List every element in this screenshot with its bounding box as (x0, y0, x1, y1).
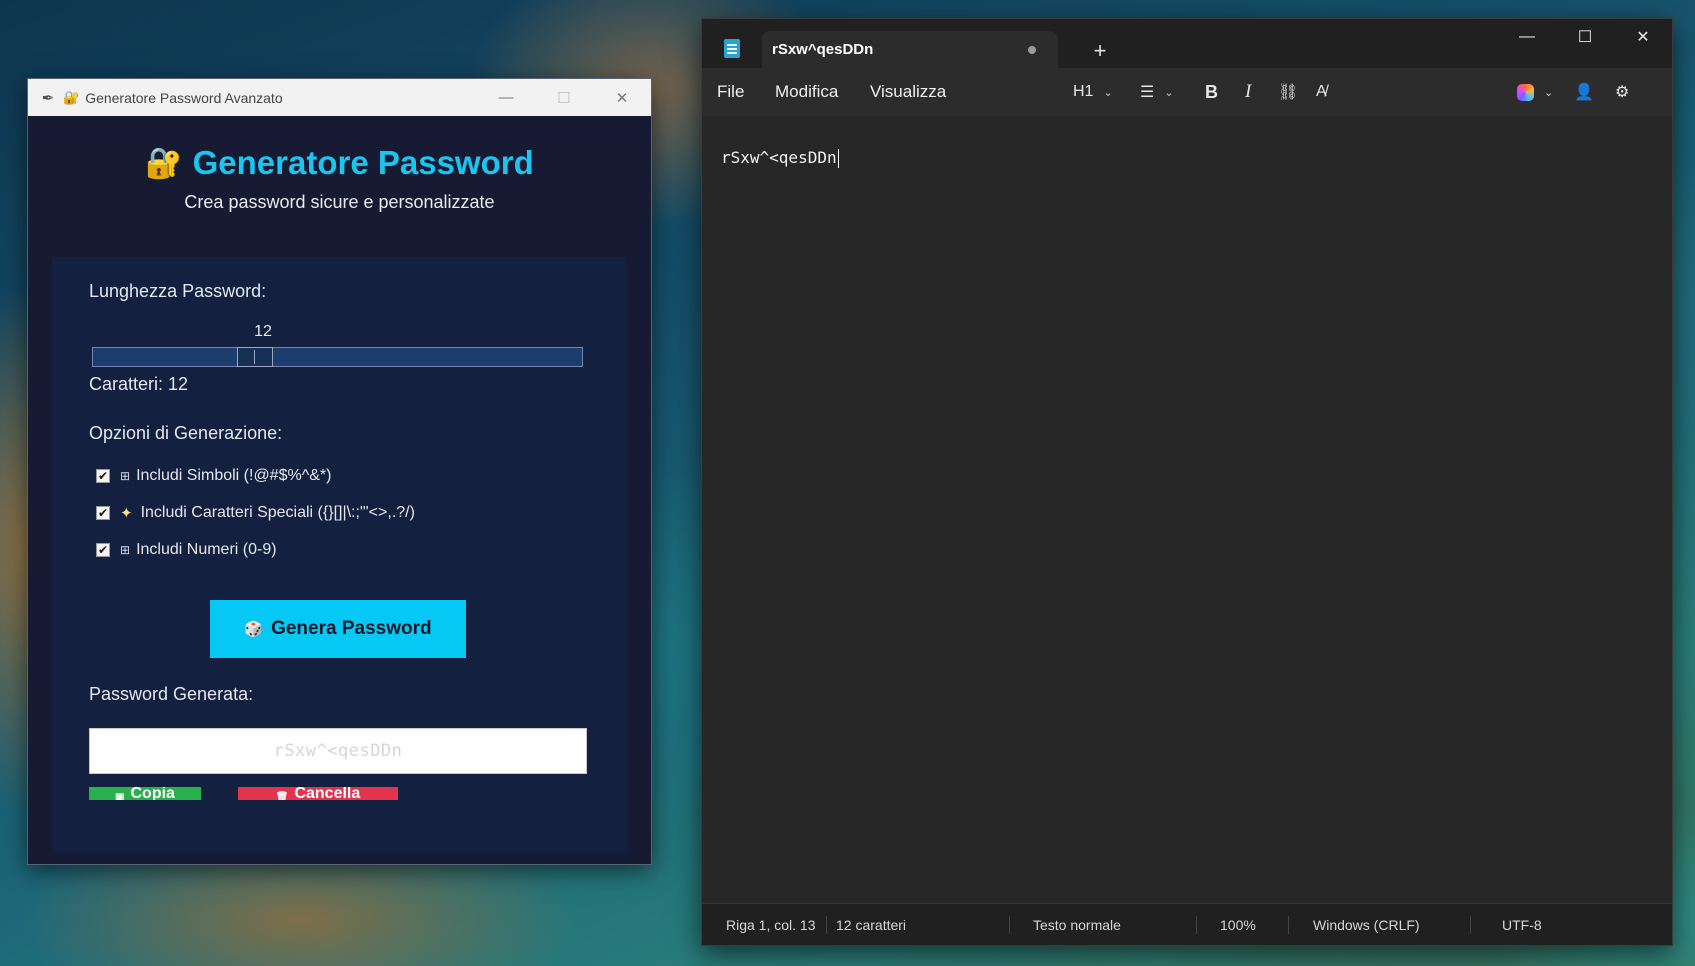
close-button[interactable]: ✕ (1614, 19, 1672, 55)
clear-button-label: Cancella (294, 787, 361, 800)
clipboard-icon: ▣ (115, 792, 125, 800)
maximize-button[interactable]: ☐ (1556, 19, 1614, 55)
notepad-window: rSxw^qesDDn + — ☐ ✕ File Modifica Visual… (701, 18, 1673, 946)
feather-icon: ✒ (41, 89, 55, 107)
length-slider[interactable] (92, 347, 583, 367)
title-bar[interactable]: ✒ 🔐 Generatore Password Avanzato — ☐ ✕ (28, 79, 651, 116)
length-value: 12 (254, 323, 272, 340)
numbers-checkbox[interactable]: ✔ (96, 543, 110, 557)
trash-icon: 🗑 (275, 792, 289, 800)
heading-label: H1 (1073, 83, 1094, 100)
page-title: 🔐 Generatore Password (145, 144, 534, 182)
option-special-characters[interactable]: ✔ ✦ Includi Caratteri Speciali ({}[]|\:;… (96, 504, 415, 522)
unsaved-indicator (1028, 46, 1036, 54)
copy-button-label: Copia (130, 787, 175, 800)
lock-icon: 🔐 (145, 146, 183, 180)
close-button[interactable]: ✕ (593, 79, 651, 116)
generate-password-button[interactable]: 🎲 Genera Password (210, 600, 466, 658)
length-label: Lunghezza Password: (89, 281, 267, 301)
options-label: Opzioni di Generazione: (89, 423, 283, 443)
option-label: Includi Numeri (0-9) (136, 541, 277, 558)
bold-button[interactable]: B (1205, 68, 1218, 116)
minimize-button[interactable]: — (1498, 19, 1556, 55)
symbols-checkbox[interactable]: ✔ (96, 469, 110, 483)
numbers-icon: ⊞ (120, 543, 131, 557)
symbols-icon: ⊞ (120, 469, 131, 483)
notepad-icon (724, 39, 740, 58)
special-characters-checkbox[interactable]: ✔ (96, 506, 110, 520)
gear-icon[interactable]: ⚙ (1615, 68, 1629, 116)
settings-panel: Lunghezza Password: 12 Caratteri: 12 Opz… (52, 257, 627, 853)
toolbar: File Modifica Visualizza H1 ⌄ ☰ ⌄ B I ⛓ … (702, 68, 1672, 116)
italic-button[interactable]: I (1245, 68, 1251, 116)
menu-edit[interactable]: Modifica (775, 68, 838, 116)
status-char-count: 12 caratteri (836, 917, 907, 933)
tab-document[interactable]: rSxw^qesDDn (762, 31, 1058, 68)
dice-icon: 🎲 (244, 621, 264, 638)
chevron-down-icon: ⌄ (1164, 86, 1174, 99)
text-caret (837, 149, 839, 168)
editor-text: rSxw^<qesDDn (721, 148, 837, 167)
clear-formatting-icon[interactable]: A̸ (1316, 68, 1327, 116)
chevron-down-icon: ⌄ (1103, 86, 1113, 99)
list-icon: ☰ (1140, 84, 1155, 101)
status-line-ending: Windows (CRLF) (1313, 917, 1420, 933)
account-icon[interactable]: 👤 (1574, 68, 1594, 116)
window-title: Generatore Password Avanzato (85, 89, 283, 106)
generate-button-label: Genera Password (271, 618, 432, 639)
page-title-text: Generatore Password (192, 144, 534, 181)
maximize-button[interactable]: ☐ (535, 79, 593, 116)
generated-password-label: Password Generata: (89, 684, 254, 704)
menu-view[interactable]: Visualizza (870, 68, 946, 116)
editor-content[interactable]: rSxw^<qesDDn (721, 148, 839, 168)
option-label: Includi Simboli (!@#$%^&*) (136, 467, 332, 484)
option-numbers[interactable]: ✔ ⊞ Includi Numeri (0-9) (96, 541, 277, 559)
tab-title: rSxw^qesDDn (772, 41, 874, 58)
clear-button[interactable]: 🗑 Cancella (238, 787, 398, 800)
status-position: Riga 1, col. 13 (726, 917, 816, 933)
page-subtitle: Crea password sicure e personalizzate (184, 192, 495, 212)
copilot-dropdown[interactable]: ⌄ (1517, 68, 1553, 116)
new-tab-button[interactable]: + (1086, 37, 1114, 65)
status-zoom[interactable]: 100% (1220, 904, 1256, 946)
lock-icon: 🔐 (63, 89, 80, 105)
generated-password-field[interactable]: rSxw^<qesDDn (89, 728, 587, 774)
tab-bar: rSxw^qesDDn + — ☐ ✕ (702, 19, 1672, 68)
chevron-down-icon: ⌄ (1544, 86, 1554, 99)
sparkles-icon: ✦ (120, 505, 133, 522)
status-bar: Riga 1, col. 13 12 caratteri Testo norma… (702, 903, 1672, 945)
copy-button[interactable]: ▣ Copia (89, 787, 201, 800)
status-encoding: UTF-8 (1502, 917, 1542, 933)
menu-file[interactable]: File (717, 68, 744, 116)
char-count: Caratteri: 12 (89, 374, 189, 394)
password-generator-window: ✒ 🔐 Generatore Password Avanzato — ☐ ✕ 🔐… (27, 78, 652, 865)
option-label: Includi Caratteri Speciali ({}[]|\:;"'<>… (140, 504, 415, 521)
copilot-icon (1517, 83, 1534, 101)
heading-dropdown[interactable]: H1 ⌄ (1073, 68, 1113, 116)
link-icon[interactable]: ⛓ (1278, 68, 1298, 116)
minimize-button[interactable]: — (477, 79, 535, 116)
list-dropdown[interactable]: ☰ ⌄ (1140, 68, 1174, 116)
text-editor[interactable]: rSxw^<qesDDn (702, 116, 1672, 903)
slider-thumb[interactable] (237, 347, 273, 367)
status-format: Testo normale (1033, 917, 1121, 933)
option-symbols[interactable]: ✔ ⊞ Includi Simboli (!@#$%^&*) (96, 467, 331, 485)
